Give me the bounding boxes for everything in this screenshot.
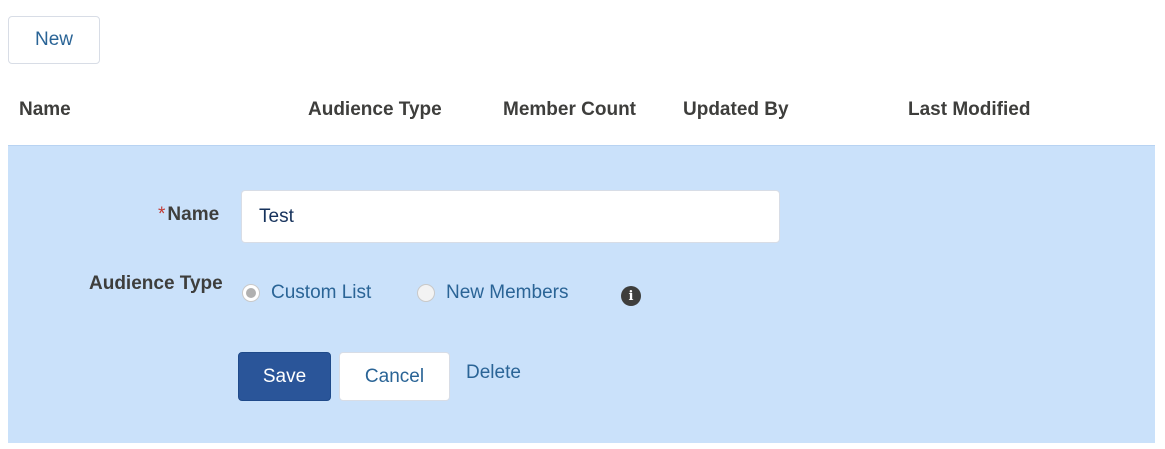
radio-custom-list[interactable]: Custom List: [242, 282, 371, 304]
required-marker: *: [158, 204, 166, 225]
column-header-updated-by[interactable]: Updated By: [683, 99, 789, 121]
column-header-member-count[interactable]: Member Count: [503, 99, 636, 121]
info-icon[interactable]: i: [621, 286, 641, 306]
save-button[interactable]: Save: [238, 352, 331, 401]
column-header-audience-type[interactable]: Audience Type: [308, 99, 442, 121]
radio-button-unchecked[interactable]: [417, 284, 435, 302]
new-button[interactable]: New: [8, 16, 100, 64]
name-input[interactable]: [241, 190, 780, 243]
audience-type-label: Audience Type: [89, 273, 223, 294]
column-header-name[interactable]: Name: [19, 99, 71, 121]
cancel-button[interactable]: Cancel: [339, 352, 450, 401]
delete-link[interactable]: Delete: [466, 362, 521, 384]
radio-button-checked[interactable]: [242, 284, 260, 302]
name-label-text: Name: [167, 204, 220, 225]
radio-new-members[interactable]: New Members: [417, 282, 568, 304]
audience-edit-panel: *Name Audience Type Custom List New Memb…: [8, 145, 1155, 443]
column-header-last-modified[interactable]: Last Modified: [908, 99, 1030, 121]
name-field-label: * Name: [158, 204, 219, 226]
radio-new-members-label[interactable]: New Members: [446, 282, 568, 304]
radio-custom-list-label[interactable]: Custom List: [271, 282, 371, 304]
